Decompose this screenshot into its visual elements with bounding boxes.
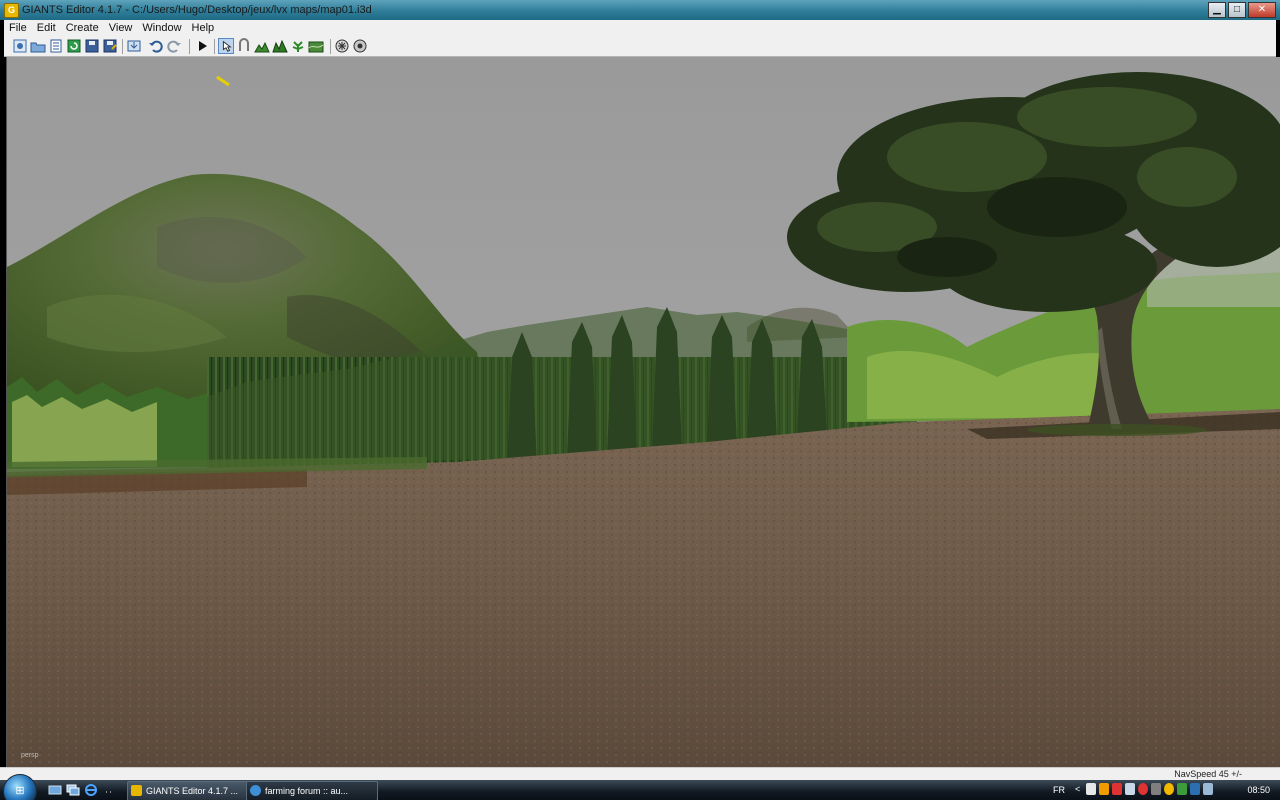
toolbar xyxy=(4,37,1276,57)
tray-app-icon[interactable] xyxy=(1177,783,1187,795)
quick-launch-chevron-icon[interactable] xyxy=(102,783,116,797)
tray-warning-icon[interactable] xyxy=(1099,783,1109,795)
title-bar[interactable]: G GIANTS Editor 4.1.7 - C:/Users/Hugo/De… xyxy=(0,0,1280,20)
volume-icon[interactable] xyxy=(1203,783,1213,795)
toolbar-separator xyxy=(122,39,123,54)
move-tool-icon[interactable] xyxy=(236,38,252,54)
terrain-sculpt-icon[interactable] xyxy=(254,38,270,54)
tray-device-icon[interactable] xyxy=(1151,783,1161,795)
show-desktop-icon[interactable] xyxy=(48,783,62,797)
menu-help[interactable]: Help xyxy=(187,20,220,37)
tray-alert-icon[interactable] xyxy=(1138,783,1148,795)
tray-expand-icon[interactable]: < xyxy=(1075,783,1083,795)
menu-view[interactable]: View xyxy=(104,20,138,37)
tray-search-icon[interactable] xyxy=(1086,783,1096,795)
switch-windows-icon[interactable] xyxy=(66,783,80,797)
terrain-paint-icon[interactable] xyxy=(272,38,288,54)
taskbar-clock[interactable]: 08:50 xyxy=(1247,780,1270,800)
refresh-icon[interactable] xyxy=(66,38,82,54)
close-button[interactable]: ✕ xyxy=(1248,2,1276,18)
scene-render xyxy=(7,57,1280,767)
internet-explorer-icon xyxy=(250,785,261,796)
camera-label: persp xyxy=(21,752,39,759)
language-indicator[interactable]: FR xyxy=(1053,780,1065,800)
save-icon[interactable] xyxy=(84,38,100,54)
minimize-button[interactable]: ▁ xyxy=(1208,2,1226,18)
windows-logo-icon: ⊞ xyxy=(15,785,25,797)
start-button[interactable]: ⊞ xyxy=(3,774,37,800)
toolbar-separator xyxy=(189,39,190,54)
undo-icon[interactable] xyxy=(148,38,164,54)
window-controls: ▁ □ ✕ xyxy=(1208,2,1276,18)
import-icon[interactable] xyxy=(126,38,142,54)
tray-display-icon[interactable] xyxy=(1125,783,1135,795)
giants-editor-icon xyxy=(131,785,142,796)
save-as-icon[interactable] xyxy=(102,38,118,54)
windows-taskbar: ⊞ GIANTS Editor 4.1.7 ... farming forum … xyxy=(0,774,1280,800)
window-title: GIANTS Editor 4.1.7 - C:/Users/Hugo/Desk… xyxy=(22,4,372,16)
task-label: farming forum :: au... xyxy=(265,786,349,796)
giants-editor-window: G GIANTS Editor 4.1.7 - C:/Users/Hugo/De… xyxy=(0,0,1280,800)
menu-file[interactable]: File xyxy=(4,20,32,37)
terrain-smooth-icon[interactable] xyxy=(308,38,324,54)
3d-viewport[interactable]: persp xyxy=(6,57,1280,767)
menu-window[interactable]: Window xyxy=(137,20,186,37)
taskbar-item-giants-editor[interactable]: GIANTS Editor 4.1.7 ... xyxy=(127,781,259,800)
tray-update-icon[interactable] xyxy=(1164,783,1174,795)
menu-bar: File Edit Create View Window Help xyxy=(4,20,1276,37)
giants-app-icon: G xyxy=(4,3,19,18)
properties-icon[interactable] xyxy=(48,38,64,54)
toolbar-separator xyxy=(214,39,215,54)
particle-icon[interactable] xyxy=(334,38,350,54)
foliage-paint-icon[interactable] xyxy=(290,38,306,54)
maximize-button[interactable]: □ xyxy=(1228,2,1246,18)
play-icon[interactable] xyxy=(194,38,210,54)
internet-explorer-icon[interactable] xyxy=(84,783,98,797)
task-label: GIANTS Editor 4.1.7 ... xyxy=(146,786,239,796)
new-scene-icon[interactable] xyxy=(12,38,28,54)
menu-create[interactable]: Create xyxy=(61,20,104,37)
open-icon[interactable] xyxy=(30,38,46,54)
select-tool-icon[interactable] xyxy=(218,38,234,54)
status-bar: NavSpeed 45 +/- xyxy=(0,767,1280,781)
toolbar-separator xyxy=(330,39,331,54)
menu-edit[interactable]: Edit xyxy=(32,20,61,37)
network-icon[interactable] xyxy=(1190,783,1200,795)
taskbar-item-browser[interactable]: farming forum :: au... xyxy=(246,781,378,800)
system-tray: < xyxy=(1075,783,1213,797)
redo-icon[interactable] xyxy=(166,38,182,54)
settings-icon[interactable] xyxy=(352,38,368,54)
tray-antivirus-icon[interactable] xyxy=(1112,783,1122,795)
